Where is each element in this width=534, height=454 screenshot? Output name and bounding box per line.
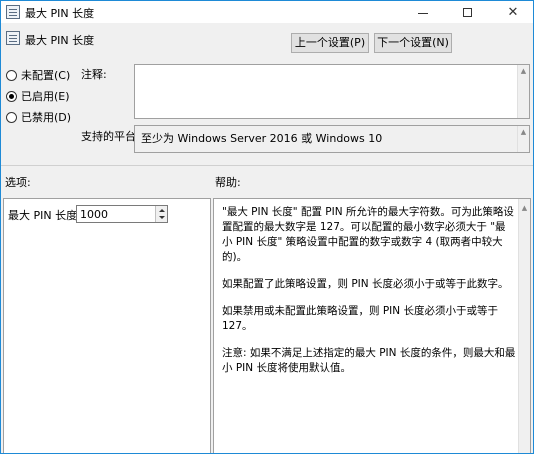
policy-window: 最大 PIN 长度 ✕ 最大 PIN 长度 上一个设置(P) 下一个设置(N) …	[0, 0, 534, 454]
help-paragraph: 如果配置了此策略设置，则 PIN 长度必须小于或等于此数字。	[222, 278, 509, 290]
scroll-up-icon[interactable]: ▲	[518, 128, 529, 136]
radio-circle[interactable]	[6, 90, 17, 102]
platform-label: 支持的平台:	[81, 130, 140, 143]
previous-setting-button[interactable]: 上一个设置(P)	[291, 33, 369, 53]
help-panel: "最大 PIN 长度" 配置 PIN 所允许的最大字符数。可为此策略设置配置的最…	[213, 198, 531, 453]
maximize-button[interactable]	[445, 1, 489, 23]
next-setting-button[interactable]: 下一个设置(N)	[374, 33, 452, 53]
platform-value: 至少为 Windows Server 2016 或 Windows 10	[141, 132, 383, 145]
help-paragraph: "最大 PIN 长度" 配置 PIN 所允许的最大字符数。可为此策略设置配置的最…	[222, 206, 514, 263]
comment-scrollbar[interactable]: ▲	[517, 65, 529, 118]
radio-not-configured[interactable]: 未配置(C)	[6, 67, 70, 83]
platform-box: 至少为 Windows Server 2016 或 Windows 10 ▲	[134, 125, 530, 153]
max-pin-length-spinbox[interactable]	[76, 205, 168, 223]
help-paragraph: 注意: 如果不满足上述指定的最大 PIN 长度的条件，则最大和最小 PIN 长度…	[222, 347, 516, 374]
window-title: 最大 PIN 长度	[25, 7, 95, 20]
section-divider	[1, 165, 533, 166]
comment-label: 注释:	[81, 68, 107, 81]
radio-circle[interactable]	[6, 111, 17, 123]
radio-disabled[interactable]: 已禁用(D)	[6, 109, 71, 125]
policy-icon	[6, 5, 20, 19]
max-pin-length-input[interactable]	[77, 206, 155, 222]
title-bar: 最大 PIN 长度 ✕	[1, 1, 533, 23]
max-pin-length-label: 最大 PIN 长度	[8, 209, 78, 222]
close-button[interactable]: ✕	[491, 1, 533, 23]
help-label: 帮助:	[215, 176, 241, 189]
options-panel: 最大 PIN 长度	[3, 198, 211, 453]
help-scrollbar[interactable]: ▲	[518, 199, 530, 453]
close-icon: ✕	[507, 4, 519, 20]
setting-title: 最大 PIN 长度	[25, 34, 95, 47]
spin-down-icon[interactable]	[159, 216, 165, 219]
radio-label: 未配置(C)	[21, 69, 71, 82]
radio-circle[interactable]	[6, 69, 17, 81]
setting-icon	[6, 31, 20, 45]
radio-enabled[interactable]: 已启用(E)	[6, 88, 70, 104]
radio-label: 已禁用(D)	[21, 111, 72, 124]
minimize-icon	[418, 12, 428, 14]
options-label: 选项:	[5, 176, 31, 189]
comment-textarea[interactable]: ▲	[134, 64, 530, 119]
minimize-button[interactable]	[401, 1, 445, 23]
platform-scrollbar[interactable]: ▲	[517, 126, 529, 152]
scroll-up-icon[interactable]: ▲	[519, 201, 530, 216]
help-paragraph: 如果禁用或未配置此策略设置，则 PIN 长度必须小于或等于 127。	[222, 305, 498, 332]
spin-up-icon[interactable]	[159, 209, 165, 212]
radio-label: 已启用(E)	[21, 90, 70, 103]
scroll-up-icon[interactable]: ▲	[518, 67, 529, 75]
maximize-icon	[462, 7, 472, 17]
spin-arrows[interactable]	[155, 206, 167, 222]
